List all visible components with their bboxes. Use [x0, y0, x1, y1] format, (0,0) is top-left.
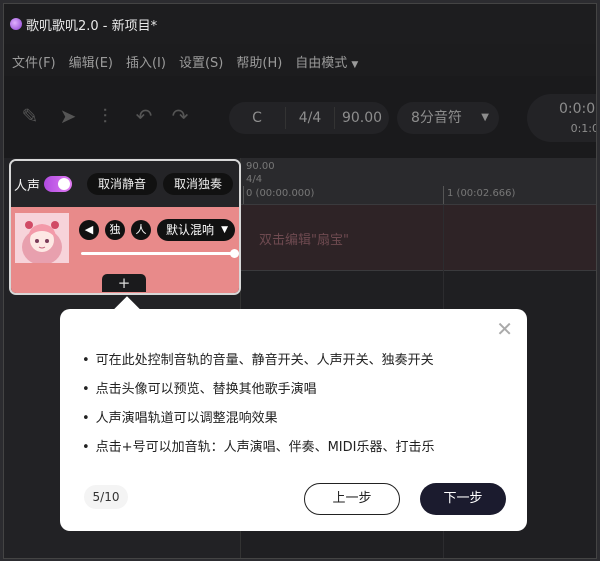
menu-help[interactable]: 帮助(H): [236, 52, 282, 71]
next-step-button[interactable]: 下一步: [420, 483, 506, 515]
timeline-ruler[interactable]: 90.00 4/4 0 (00:00.000) 1 (00:02.666): [241, 158, 596, 205]
toolbar: ✎ ➤ ⫶ ↶ ↷ C 4/4 90.00 8分音符 ▼ 0:0:000 0:1…: [4, 76, 596, 158]
app-logo-icon: [10, 18, 22, 30]
singer-avatar[interactable]: [15, 213, 69, 263]
vocal-label: 人声: [14, 179, 41, 194]
reverb-dropdown[interactable]: 默认混响 ▼: [157, 219, 235, 241]
close-icon[interactable]: ✕: [496, 319, 513, 339]
vocal-toggle[interactable]: [44, 176, 72, 192]
mode-label: 自由模式: [295, 55, 348, 71]
step-counter: 5/10: [84, 485, 128, 509]
time-signature-selector[interactable]: 4/4: [286, 102, 334, 134]
beat-division-dropdown[interactable]: 8分音符 ▼: [397, 102, 499, 134]
key-selector[interactable]: C: [229, 102, 285, 134]
redo-icon[interactable]: ↷: [168, 104, 192, 128]
beat-division-label: 8分音符: [411, 110, 462, 126]
onboarding-tooltip: ✕ 可在此处控制音轨的音量、静音开关、人声开关、独奏开关 点击头像可以预览、替换…: [60, 296, 527, 531]
pencil-icon[interactable]: ✎: [18, 104, 42, 128]
singer-avatar-image: [15, 213, 69, 263]
tip-item: 点击+号可以加音轨：人声演唱、伴奏、MIDI乐器、打击乐: [82, 433, 435, 462]
reverb-label: 默认混响: [166, 223, 215, 237]
tip-item: 人声演唱轨道可以调整混响效果: [82, 404, 434, 433]
mode-dropdown[interactable]: 自由模式 ▼: [295, 52, 358, 71]
bar-tick: [443, 186, 444, 204]
vocal-track-lane[interactable]: 双击编辑"扇宝": [241, 205, 596, 271]
chevron-down-icon: ▼: [351, 59, 359, 70]
window-title: 歌叽歌叽2.0 - 新项目*: [26, 18, 158, 34]
previous-step-button[interactable]: 上一步: [304, 483, 400, 515]
volume-slider-thumb[interactable]: [230, 249, 239, 258]
menu-insert[interactable]: 插入(I): [126, 52, 166, 71]
title-bar: 歌叽歌叽2.0 - 新项目*: [4, 4, 596, 44]
app-window: 歌叽歌叽2.0 - 新项目* 文件(F) 编辑(E) 插入(I) 设置(S) 帮…: [3, 3, 597, 559]
add-track-button[interactable]: +: [102, 274, 146, 292]
solo-button[interactable]: 独: [105, 220, 125, 240]
menu-bar: 文件(F) 编辑(E) 插入(I) 设置(S) 帮助(H) 自由模式 ▼: [4, 49, 371, 73]
chevron-down-icon: ▼: [221, 225, 228, 235]
vocal-button[interactable]: 人: [131, 220, 151, 240]
bar-1-label: 1 (00:02.666): [447, 188, 516, 199]
track-card-header: 人声 取消静音 取消独奏: [11, 161, 239, 207]
tempo-input[interactable]: 90.00: [335, 102, 389, 134]
tip-list: 可在此处控制音轨的音量、静音开关、人声开关、独奏开关 点击头像可以预览、替换其他…: [82, 346, 435, 462]
track-hint: 双击编辑"扇宝": [259, 233, 349, 248]
time-display-main: 0:0:000: [559, 101, 596, 117]
bar-tick: [243, 186, 244, 204]
undo-icon[interactable]: ↶: [132, 104, 156, 128]
split-icon[interactable]: ⫶: [93, 104, 117, 128]
time-display-sub: 0:1:000: [570, 122, 596, 135]
signature-marker: 4/4: [246, 174, 263, 185]
tempo-marker: 90.00: [246, 161, 275, 172]
menu-settings[interactable]: 设置(S): [179, 52, 223, 71]
pointer-icon[interactable]: ➤: [56, 104, 80, 128]
volume-icon[interactable]: ◀: [79, 220, 99, 240]
tip-item: 可在此处控制音轨的音量、静音开关、人声开关、独奏开关: [82, 346, 434, 375]
unsolo-all-button[interactable]: 取消独奏: [163, 173, 233, 195]
unmute-all-button[interactable]: 取消静音: [87, 173, 157, 195]
volume-slider[interactable]: [81, 249, 239, 258]
project-settings-group: C 4/4 90.00: [229, 102, 389, 134]
chevron-down-icon: ▼: [481, 112, 489, 123]
toggle-knob: [58, 178, 70, 190]
menu-file[interactable]: 文件(F): [12, 52, 56, 71]
tip-item: 点击头像可以预览、替换其他歌手演唱: [82, 375, 434, 404]
bar-0-label: 0 (00:00.000): [246, 188, 315, 199]
time-display: 0:0:000 0:1:000: [527, 94, 596, 142]
menu-edit[interactable]: 编辑(E): [69, 52, 113, 71]
